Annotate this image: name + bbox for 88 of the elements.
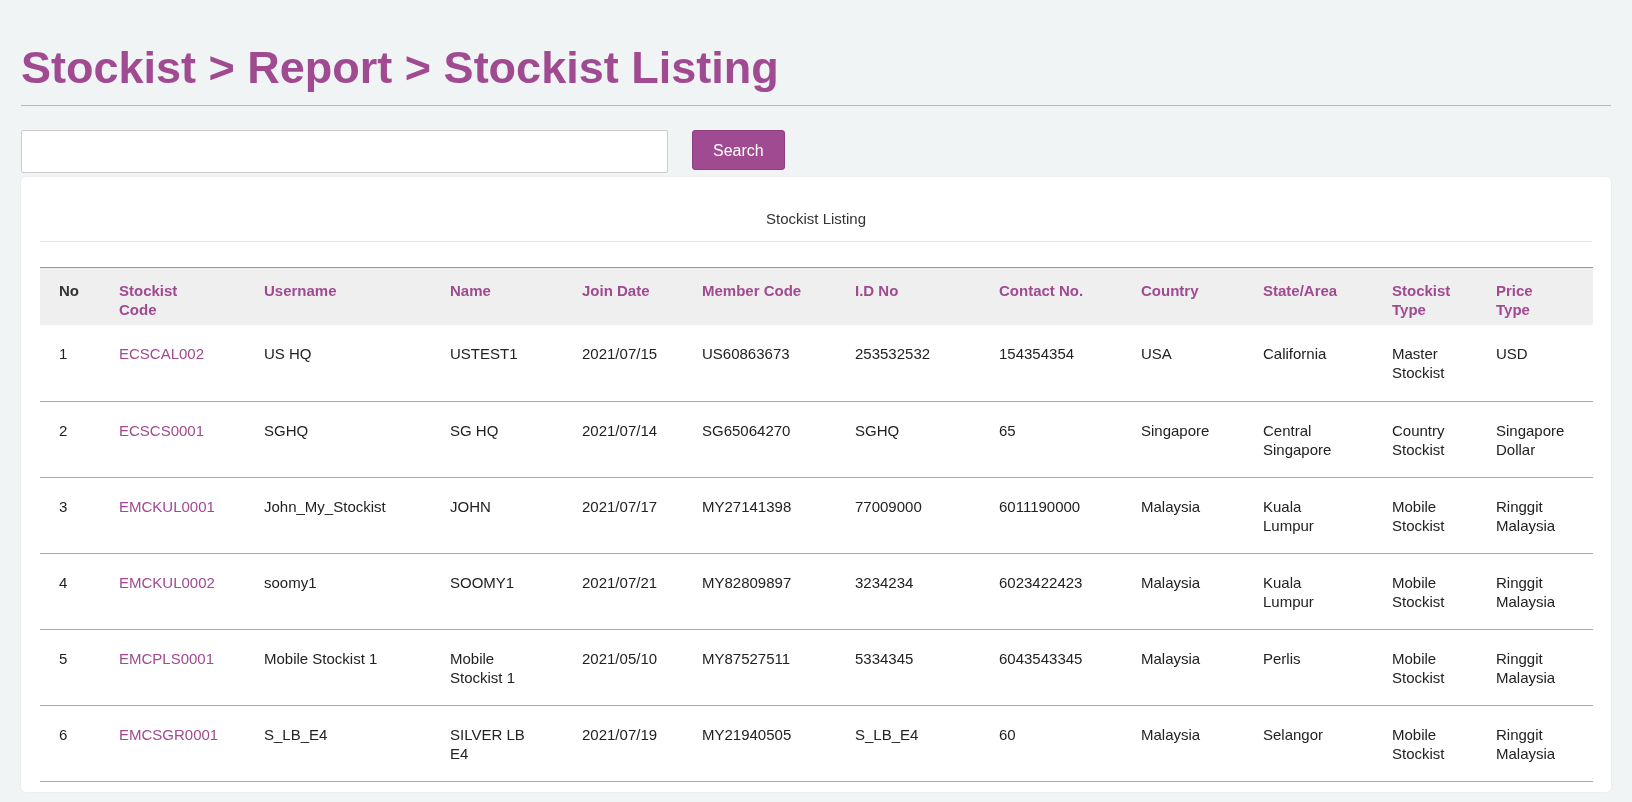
column-header: Stockist Type bbox=[1392, 267, 1496, 325]
page-title: Stockist > Report > Stockist Listing bbox=[21, 41, 780, 95]
table-cell: 2021/07/19 bbox=[582, 705, 702, 781]
table-cell: 60 bbox=[999, 705, 1141, 781]
table-cell: 2 bbox=[40, 401, 119, 477]
table-cell: US HQ bbox=[264, 325, 450, 401]
stockist-code-link[interactable]: ECSCS0001 bbox=[119, 421, 205, 439]
table-cell: Malaysia bbox=[1141, 553, 1263, 629]
table-cell: 4 bbox=[40, 553, 119, 629]
table-cell: soomy1 bbox=[264, 553, 450, 629]
table-cell: 3234234 bbox=[855, 553, 999, 629]
table-cell: Ringgit Malaysia bbox=[1496, 629, 1593, 705]
table-cell: 154354354 bbox=[999, 325, 1141, 401]
table-cell: SGHQ bbox=[855, 401, 999, 477]
table-cell: Mobile Stockist bbox=[1392, 553, 1496, 629]
table-cell: Malaysia bbox=[1141, 477, 1263, 553]
table-cell: Ringgit Malaysia bbox=[1496, 705, 1593, 781]
table-cell: JOHN bbox=[450, 477, 582, 553]
table-cell: MY82809897 bbox=[702, 553, 855, 629]
table-cell: USD bbox=[1496, 325, 1593, 401]
column-header: Price Type bbox=[1496, 267, 1593, 325]
table-cell: Mobile Stockist 1 bbox=[450, 629, 582, 705]
column-header: No bbox=[40, 267, 119, 325]
table-cell: 253532532 bbox=[855, 325, 999, 401]
table-cell: 77009000 bbox=[855, 477, 999, 553]
table-cell: Mobile Stockist 1 bbox=[264, 629, 450, 705]
table-cell: SOOMY1 bbox=[450, 553, 582, 629]
search-field[interactable] bbox=[21, 130, 668, 173]
stockist-code-link[interactable]: ECSCAL002 bbox=[119, 345, 205, 362]
table-cell: MY21940505 bbox=[702, 705, 855, 781]
search-button[interactable]: Search bbox=[692, 130, 785, 170]
table-cell: Perlis bbox=[1263, 629, 1392, 705]
table-cell: Kuala Lumpur bbox=[1263, 477, 1392, 553]
table-cell: 6011190000 bbox=[999, 477, 1141, 553]
stockist-code-link[interactable]: EMCSGR0001 bbox=[119, 725, 219, 743]
stockist-code-link[interactable]: EMCKUL0001 bbox=[119, 497, 215, 515]
table-cell: SILVER LB E4 bbox=[450, 705, 582, 781]
table-cell: Country Stockist bbox=[1392, 401, 1496, 477]
column-header: Contact No. bbox=[999, 267, 1141, 325]
table-cell: Malaysia bbox=[1141, 629, 1263, 705]
table-cell: Mobile Stockist bbox=[1392, 477, 1496, 553]
table-cell: Kuala Lumpur bbox=[1263, 553, 1392, 629]
table-cell: SG65064270 bbox=[702, 401, 855, 477]
table-cell: USTEST1 bbox=[450, 325, 582, 401]
table-cell: Ringgit Malaysia bbox=[1496, 477, 1593, 553]
table-cell: 6043543345 bbox=[999, 629, 1141, 705]
table-cell: Singapore bbox=[1141, 401, 1263, 477]
table-cell: 2021/07/21 bbox=[582, 553, 702, 629]
column-header: Name bbox=[450, 267, 582, 325]
table-cell: John_My_Stockist bbox=[264, 477, 450, 553]
table-cell: 6 bbox=[40, 705, 119, 781]
table-cell: 5334345 bbox=[855, 629, 999, 705]
table-cell: 6023422423 bbox=[999, 553, 1141, 629]
table-cell: California bbox=[1263, 325, 1392, 401]
table-cell: Singapore Dollar bbox=[1496, 401, 1593, 477]
table-cell: Mobile Stockist bbox=[1392, 629, 1496, 705]
stockist-code-link[interactable]: EMCKUL0002 bbox=[119, 573, 215, 591]
stockist-code-link[interactable]: EMCPLS0001 bbox=[119, 649, 215, 667]
table-cell: Master Stockist bbox=[1392, 325, 1496, 401]
table-cell: 3 bbox=[40, 477, 119, 553]
table-cell: S_LB_E4 bbox=[264, 705, 450, 781]
table-cell: Central Singapore bbox=[1263, 401, 1392, 477]
column-header: Username bbox=[264, 267, 450, 325]
table-cell: MY27141398 bbox=[702, 477, 855, 553]
table-cell: Selangor bbox=[1263, 705, 1392, 781]
table-cell: 2021/07/14 bbox=[582, 401, 702, 477]
table-cell: 2021/07/17 bbox=[582, 477, 702, 553]
column-header: Member Code bbox=[702, 267, 855, 325]
table-cell: 5 bbox=[40, 629, 119, 705]
table-cell: SGHQ bbox=[264, 401, 450, 477]
table-cell: 65 bbox=[999, 401, 1141, 477]
table-cell: Mobile Stockist bbox=[1392, 705, 1496, 781]
table-caption: Stockist Listing bbox=[40, 177, 1592, 242]
table-cell: Ringgit Malaysia bbox=[1496, 553, 1593, 629]
column-header: Stockist Code bbox=[119, 267, 264, 325]
table-cell: 1 bbox=[40, 325, 119, 401]
column-header: Join Date bbox=[582, 267, 702, 325]
column-header: I.D No bbox=[855, 267, 999, 325]
table-cell: 2021/05/10 bbox=[582, 629, 702, 705]
table-cell: Malaysia bbox=[1141, 705, 1263, 781]
table-cell: SG HQ bbox=[450, 401, 582, 477]
column-header: State/Area bbox=[1263, 267, 1392, 325]
table-cell: US60863673 bbox=[702, 325, 855, 401]
table-cell: MY87527511 bbox=[702, 629, 855, 705]
table-cell: S_LB_E4 bbox=[855, 705, 999, 781]
column-header: Country bbox=[1141, 267, 1263, 325]
table-cell: 2021/07/15 bbox=[582, 325, 702, 401]
table-cell: USA bbox=[1141, 325, 1263, 401]
